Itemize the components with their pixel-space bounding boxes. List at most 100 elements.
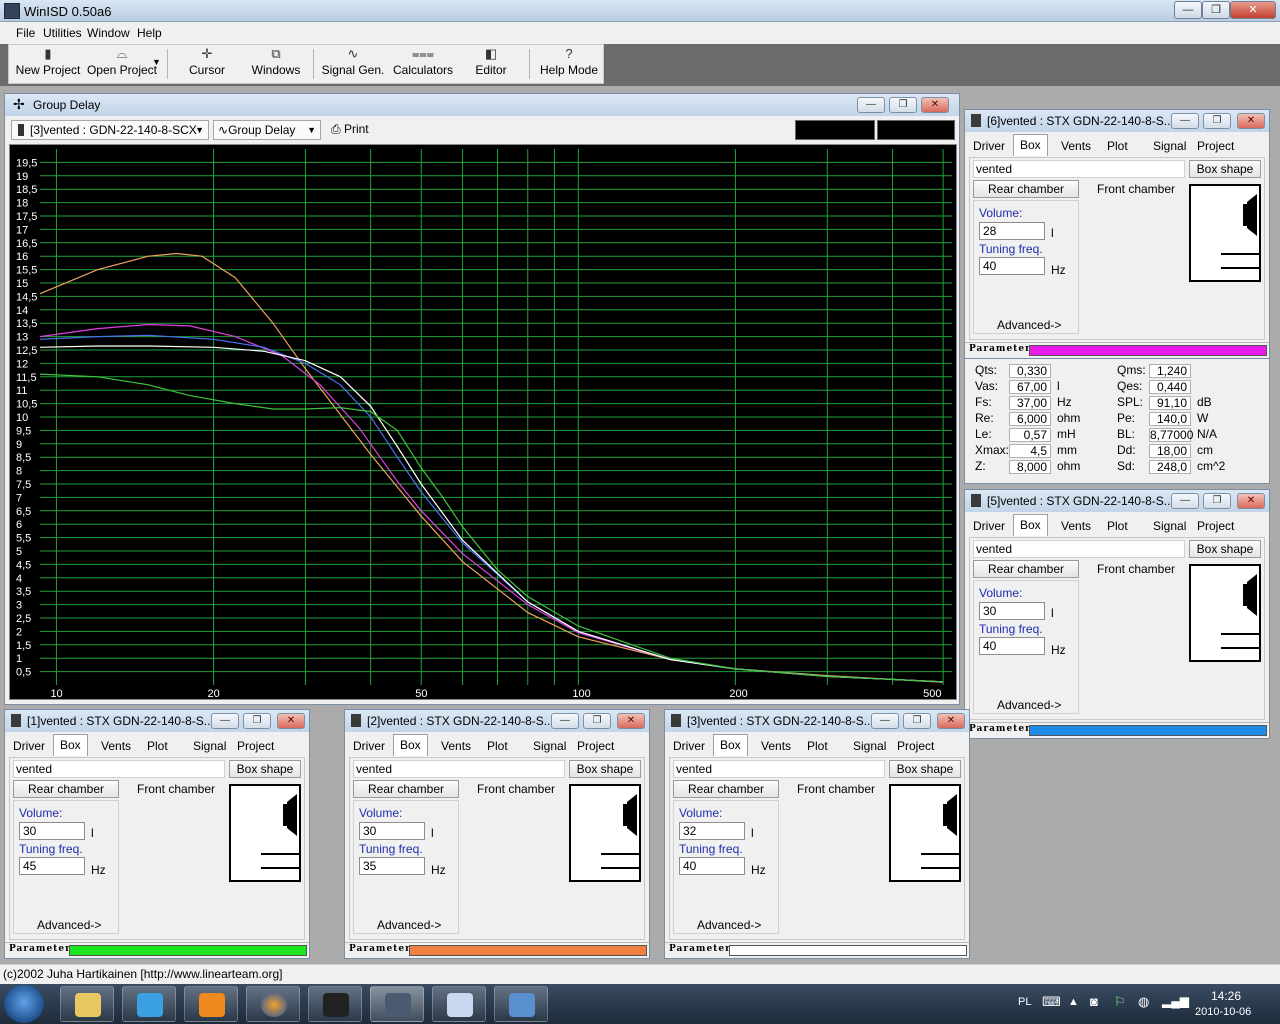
security-icon[interactable]: ⚐ (1114, 994, 1126, 1010)
volume-input[interactable]: 28 (979, 222, 1045, 240)
box-type-field[interactable]: vented (353, 760, 565, 778)
front-chamber-tab[interactable]: Front chamber (1083, 562, 1189, 576)
paint-taskbar-button[interactable] (432, 986, 486, 1022)
volume-input[interactable]: 30 (979, 602, 1045, 620)
explorer-taskbar-button[interactable] (60, 986, 114, 1022)
tab-project[interactable]: Project (897, 736, 934, 756)
tab-plot[interactable]: Plot (147, 736, 168, 756)
print-button[interactable]: ⎙ Print (331, 122, 369, 137)
tab-box[interactable]: Box (53, 734, 88, 756)
tab-driver[interactable]: Driver (973, 516, 1005, 536)
update-icon[interactable]: ◍ (1138, 994, 1149, 1010)
project-maximize-button[interactable]: ❐ (243, 713, 271, 729)
tab-vents[interactable]: Vents (441, 736, 471, 756)
rear-chamber-tab[interactable]: Rear chamber (13, 780, 119, 798)
project-color-swatch[interactable] (409, 945, 647, 956)
tab-vents[interactable]: Vents (1061, 516, 1091, 536)
tab-plot[interactable]: Plot (1107, 136, 1128, 156)
editor-button[interactable]: ◧ Editor (469, 45, 513, 83)
network-icon[interactable]: ◙ (1090, 994, 1098, 1009)
advanced-button[interactable]: Advanced-> (377, 918, 441, 932)
app-taskbar-button[interactable] (308, 986, 362, 1022)
project-close-button[interactable]: ✕ (617, 713, 645, 729)
winisd-app-icon[interactable] (4, 3, 20, 19)
advanced-button[interactable]: Advanced-> (997, 698, 1061, 712)
tab-signal[interactable]: Signal (1153, 516, 1186, 536)
winisd-taskbar-button[interactable] (370, 986, 424, 1022)
tab-signal[interactable]: Signal (853, 736, 886, 756)
tray-expand-icon[interactable]: ▲ (1068, 996, 1079, 1008)
project-color-swatch[interactable] (69, 945, 307, 956)
tab-box[interactable]: Box (1013, 514, 1048, 536)
box-type-field[interactable]: vented (973, 160, 1185, 178)
project-maximize-button[interactable]: ❐ (1203, 113, 1231, 129)
box-shape-button[interactable]: Box shape (569, 760, 641, 778)
clock-date[interactable]: 2010-10-06 (1195, 1006, 1251, 1018)
tab-plot[interactable]: Plot (807, 736, 828, 756)
project-titlebar[interactable]: [3]vented : STX GDN-22-140-8-S... — ❐ ✕ (665, 710, 969, 732)
calculators-button[interactable]: ⩶ Calculators (391, 45, 455, 83)
project-color-swatch[interactable] (729, 945, 967, 956)
project-color-swatch[interactable] (1029, 725, 1267, 736)
project-color-swatch[interactable] (1029, 345, 1267, 356)
tab-driver[interactable]: Driver (673, 736, 705, 756)
project-maximize-button[interactable]: ❐ (1203, 493, 1231, 509)
signal-icon[interactable]: ▂▄▆ (1162, 994, 1189, 1008)
box-type-field[interactable]: vented (673, 760, 885, 778)
tab-driver[interactable]: Driver (353, 736, 385, 756)
tuning-freq-input[interactable]: 40 (679, 857, 745, 875)
project-minimize-button[interactable]: — (1171, 493, 1199, 509)
front-chamber-tab[interactable]: Front chamber (1083, 182, 1189, 196)
open-project-dropdown-icon[interactable]: ▼ (152, 57, 161, 67)
rear-chamber-tab[interactable]: Rear chamber (353, 780, 459, 798)
project-maximize-button[interactable]: ❐ (583, 713, 611, 729)
tuning-freq-input[interactable]: 35 (359, 857, 425, 875)
advanced-button[interactable]: Advanced-> (697, 918, 761, 932)
close-button[interactable]: ✕ (1230, 1, 1276, 19)
tab-vents[interactable]: Vents (761, 736, 791, 756)
menu-file[interactable]: File (16, 26, 35, 40)
picture-taskbar-button[interactable] (494, 986, 548, 1022)
tab-box[interactable]: Box (713, 734, 748, 756)
project-minimize-button[interactable]: — (211, 713, 239, 729)
project-minimize-button[interactable]: — (871, 713, 899, 729)
advanced-button[interactable]: Advanced-> (997, 318, 1061, 332)
box-type-field[interactable]: vented (13, 760, 225, 778)
project-close-button[interactable]: ✕ (1237, 113, 1265, 129)
project-titlebar[interactable]: [5]vented : STX GDN-22-140-8-S... — ❐ ✕ (965, 490, 1269, 512)
project-minimize-button[interactable]: — (1171, 113, 1199, 129)
front-chamber-tab[interactable]: Front chamber (123, 782, 229, 796)
cursor-button[interactable]: ✛ Cursor (181, 45, 233, 83)
volume-input[interactable]: 30 (359, 822, 425, 840)
tab-signal[interactable]: Signal (533, 736, 566, 756)
tab-plot[interactable]: Plot (487, 736, 508, 756)
itunes-taskbar-button[interactable] (122, 986, 176, 1022)
group-delay-close-button[interactable]: ✕ (921, 97, 949, 113)
box-shape-button[interactable]: Box shape (1189, 160, 1261, 178)
tab-driver[interactable]: Driver (13, 736, 45, 756)
box-shape-button[interactable]: Box shape (229, 760, 301, 778)
language-indicator[interactable]: PL (1018, 996, 1031, 1008)
tab-signal[interactable]: Signal (1153, 136, 1186, 156)
tab-project[interactable]: Project (237, 736, 274, 756)
tab-project[interactable]: Project (1197, 136, 1234, 156)
group-delay-minimize-button[interactable]: — (857, 97, 885, 113)
maximize-button[interactable]: ❐ (1202, 1, 1230, 19)
tab-box[interactable]: Box (393, 734, 428, 756)
project-titlebar[interactable]: [2]vented : STX GDN-22-140-8-S... — ❐ ✕ (345, 710, 649, 732)
new-project-button[interactable]: ▮ New Project (15, 45, 81, 83)
tab-driver[interactable]: Driver (973, 136, 1005, 156)
tab-project[interactable]: Project (577, 736, 614, 756)
tuning-freq-input[interactable]: 40 (979, 257, 1045, 275)
project-close-button[interactable]: ✕ (937, 713, 965, 729)
tab-plot[interactable]: Plot (1107, 516, 1128, 536)
rear-chamber-tab[interactable]: Rear chamber (973, 180, 1079, 198)
project-close-button[interactable]: ✕ (277, 713, 305, 729)
front-chamber-tab[interactable]: Front chamber (783, 782, 889, 796)
view-select[interactable]: ∿Group Delay ▼ (213, 120, 321, 140)
group-delay-plot[interactable]: 19,5 19 18,5 18 17,5 17 16,5 16 15,5 15 14,5 14 13,5… (9, 144, 957, 700)
menu-help[interactable]: Help (137, 26, 162, 40)
box-shape-button[interactable]: Box shape (1189, 540, 1261, 558)
project-titlebar[interactable]: [1]vented : STX GDN-22-140-8-S... — ❐ ✕ (5, 710, 309, 732)
tab-project[interactable]: Project (1197, 516, 1234, 536)
